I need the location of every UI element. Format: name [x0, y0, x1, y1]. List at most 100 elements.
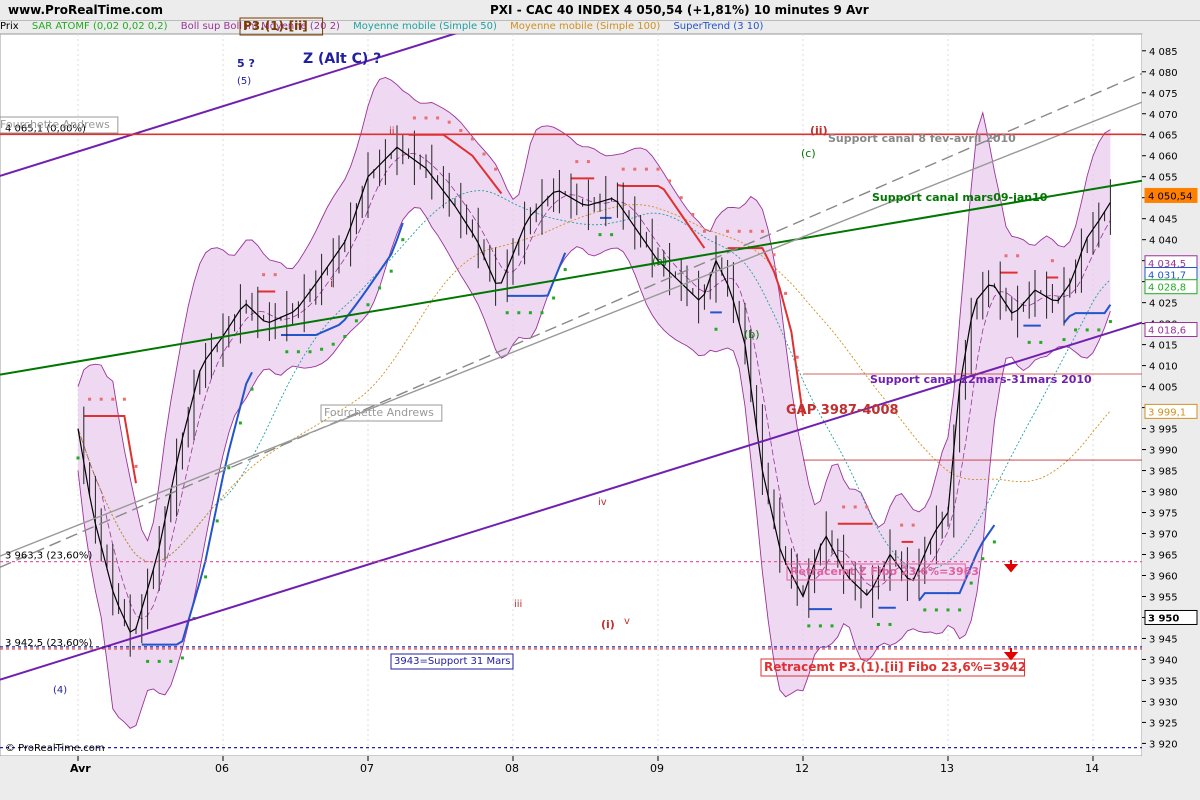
sar-dot	[888, 622, 892, 626]
annotation: Support canal 22mars-31mars 2010	[870, 373, 1092, 386]
annotation: Z (Alt C) ?	[303, 51, 381, 67]
sar-dot	[702, 229, 706, 233]
sar-dot	[598, 233, 602, 237]
sar-dot	[1004, 254, 1008, 258]
sar-dot	[296, 350, 300, 354]
annotation: 3943=Support 31 Mars	[394, 656, 511, 667]
x-tick-label: Avr	[70, 762, 91, 775]
y-tick-label: 4 010	[1149, 362, 1178, 373]
sar-dot	[969, 581, 973, 585]
x-tick-label: 07	[360, 762, 374, 775]
price-chart[interactable]: 4 065,1 (0,00%)3 963,3 (23,60%)3 942,5 (…	[0, 0, 1200, 800]
sar-dot	[934, 608, 938, 612]
sar-dot	[262, 273, 266, 277]
sar-dot	[494, 167, 498, 171]
sar-dot	[633, 167, 637, 171]
sar-dot	[818, 624, 822, 628]
sar-dot	[586, 160, 590, 164]
sar-dot	[320, 347, 324, 351]
annotation: (4)	[53, 685, 67, 696]
sar-dot	[366, 303, 370, 307]
y-tick-label: 4 045	[1149, 215, 1178, 226]
sar-dot	[517, 311, 521, 315]
sar-dot	[981, 557, 985, 561]
sar-dot	[946, 608, 950, 612]
sar-dot	[180, 656, 184, 660]
y-tick-label: 3 990	[1149, 446, 1178, 457]
sar-dot	[459, 129, 463, 133]
level-label: 3 942,5 (23,60%)	[5, 638, 92, 649]
annotation: (5)	[237, 76, 251, 87]
annotation: Fourchette Andrews	[324, 406, 434, 419]
sar-dot	[1027, 340, 1031, 344]
y-tick-label: 4 075	[1149, 89, 1178, 100]
sar-dot	[714, 327, 718, 331]
annotation: (ii)	[810, 124, 828, 137]
sar-dot	[749, 229, 753, 233]
x-tick-label: 06	[215, 762, 229, 775]
annotation: © ProRealTime.com	[5, 743, 105, 754]
annotation: Retracemt P3.(1).[ii] Fibo 23,6%=3942	[764, 660, 1026, 674]
sar-dot	[1097, 328, 1101, 332]
sar-dot	[668, 179, 672, 183]
chart-window: www.ProRealTime.com PXI - CAC 40 INDEX 4…	[0, 0, 1200, 800]
sar-dot	[88, 397, 92, 401]
sar-dot	[76, 456, 80, 460]
annotation: (i)	[601, 618, 615, 631]
annotation: 5 ?	[237, 57, 255, 70]
sar-dot	[737, 229, 741, 233]
price-label: 4 028,8	[1148, 283, 1186, 294]
sar-dot	[401, 238, 405, 242]
sar-dot	[784, 291, 788, 295]
sar-dot	[1062, 338, 1066, 342]
y-tick-label: 4 060	[1149, 152, 1178, 163]
annotation: ii	[389, 126, 395, 137]
y-tick-label: 4 065	[1149, 131, 1178, 142]
y-tick-label: 3 985	[1149, 467, 1178, 478]
annotation: i	[330, 277, 333, 290]
sar-dot	[865, 505, 869, 509]
y-tick-label: 3 975	[1149, 509, 1178, 520]
y-tick-label: 3 930	[1149, 697, 1178, 708]
sar-dot	[111, 397, 115, 401]
sar-dot	[273, 273, 277, 277]
sar-dot	[772, 253, 776, 257]
sar-dot	[644, 167, 648, 171]
sar-dot	[378, 286, 382, 290]
x-tick-label: 12	[795, 762, 809, 775]
sar-dot	[958, 608, 962, 612]
annotation: iv	[598, 497, 607, 508]
x-axis-panel	[0, 756, 1200, 800]
sar-dot	[99, 397, 103, 401]
sar-dot	[842, 505, 846, 509]
sar-dot	[250, 387, 254, 391]
y-tick-label: 4 055	[1149, 173, 1178, 184]
sar-dot	[1016, 254, 1020, 258]
sar-dot	[726, 229, 730, 233]
y-tick-label: 4 005	[1149, 383, 1178, 394]
y-tick-label: 3 945	[1149, 634, 1178, 645]
sar-dot	[146, 659, 150, 663]
sar-dot	[354, 319, 358, 323]
sar-dot	[204, 575, 208, 579]
sar-dot	[1074, 328, 1078, 332]
annotation: v	[624, 616, 630, 627]
sar-dot	[1085, 328, 1089, 332]
y-tick-label: 3 935	[1149, 676, 1178, 687]
sar-dot	[923, 608, 927, 612]
y-tick-label: 4 085	[1149, 47, 1178, 58]
annotation: (a)	[652, 255, 667, 268]
sar-dot	[795, 355, 799, 359]
price-label: 3 999,1	[1148, 407, 1186, 418]
sar-dot	[540, 311, 544, 315]
sar-dot	[853, 505, 857, 509]
y-tick-label: 3 980	[1149, 488, 1178, 499]
annotation: (b)	[744, 328, 760, 341]
annotation: Retracemt Z Fibo 23,6%=3963	[790, 565, 979, 578]
sar-dot	[157, 659, 161, 663]
sar-dot	[227, 466, 231, 470]
sar-dot	[830, 624, 834, 628]
sar-dot	[447, 120, 451, 124]
sar-dot	[134, 464, 138, 468]
sar-dot	[169, 659, 173, 663]
